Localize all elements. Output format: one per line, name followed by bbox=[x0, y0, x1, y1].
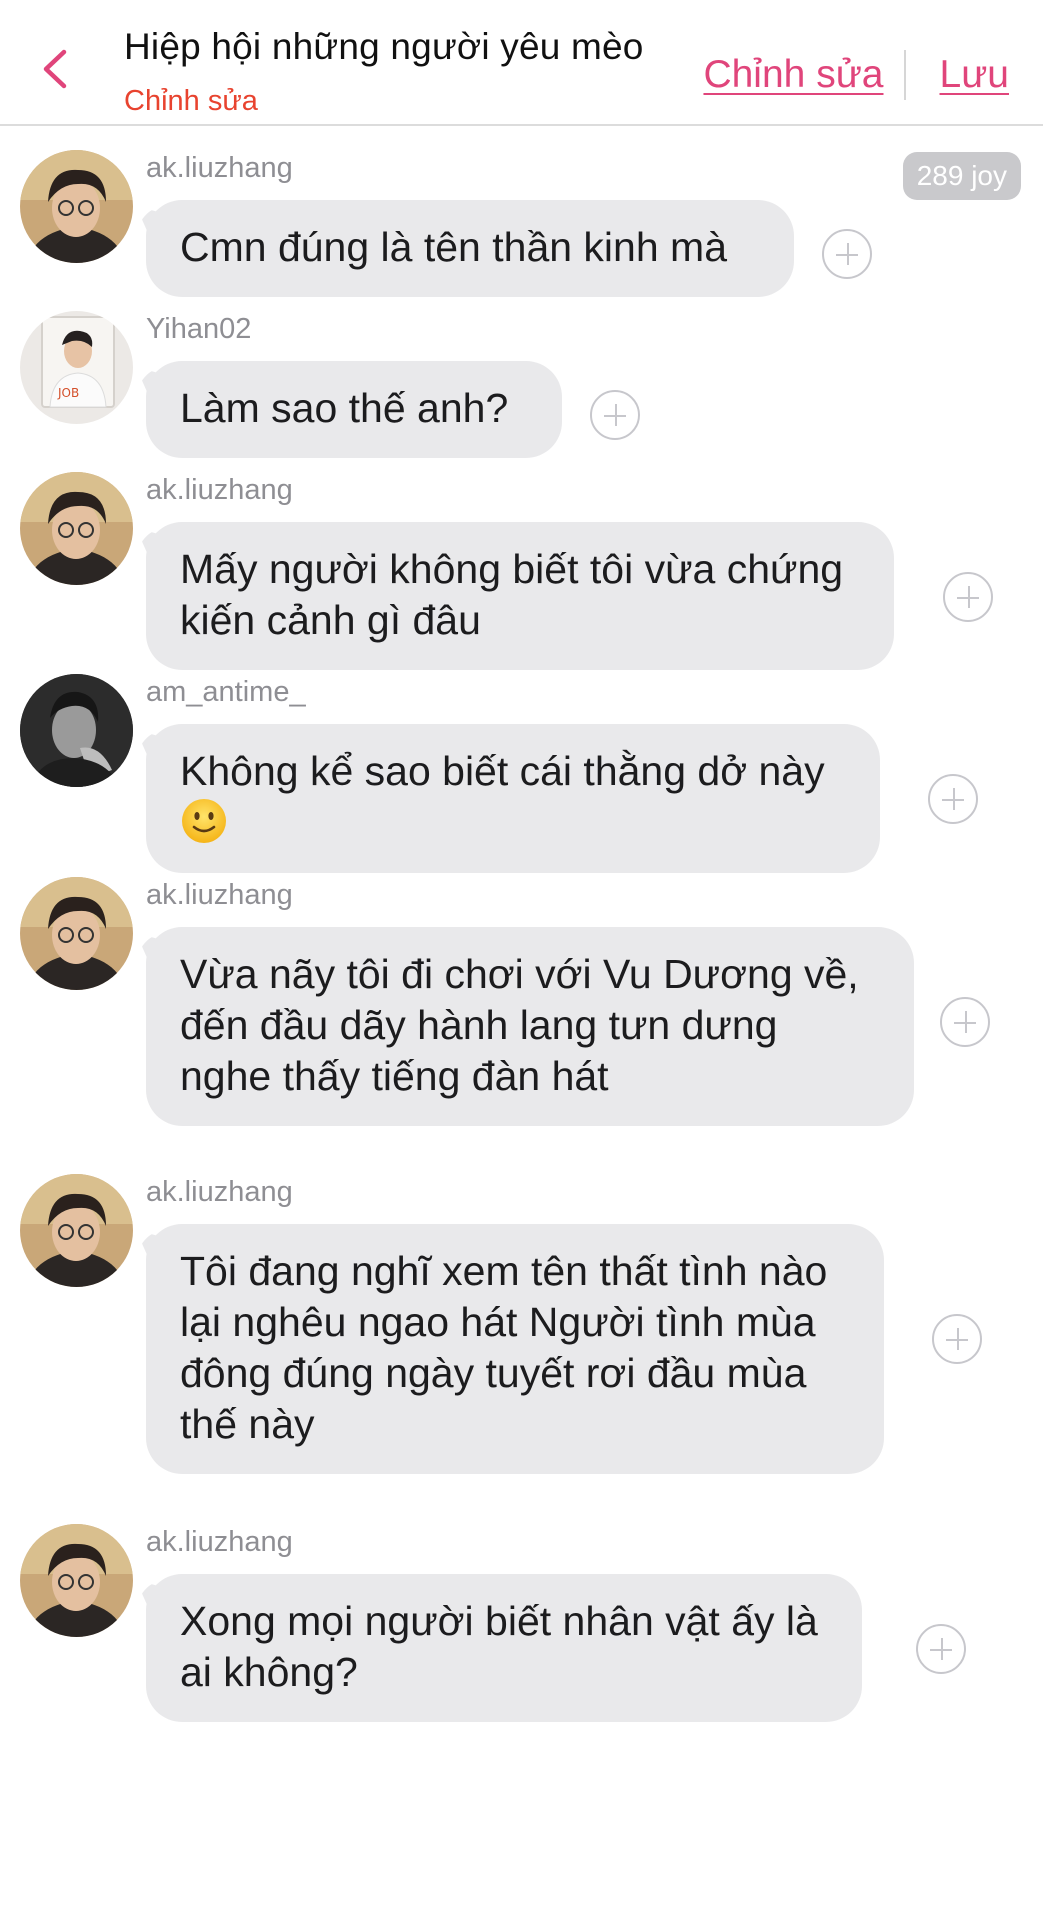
chat-header: Hiệp hội những người yêu mèo Chỉnh sửa C… bbox=[0, 0, 1043, 126]
username[interactable]: ak.liuzhang bbox=[146, 152, 293, 185]
username[interactable]: am_antime_ bbox=[146, 676, 306, 709]
message-bubble[interactable]: Mấy người không biết tôi vừa chứng kiến … bbox=[146, 522, 894, 670]
username[interactable]: ak.liuzhang bbox=[146, 474, 293, 507]
message-text: Vừa nãy tôi đi chơi với Vu Dương về, đến… bbox=[180, 951, 859, 1099]
message-bubble[interactable]: Tôi đang nghĩ xem tên thất tình nào lại … bbox=[146, 1224, 884, 1474]
add-reaction-button[interactable] bbox=[928, 774, 978, 824]
slightly-smiling-face-icon bbox=[182, 799, 226, 843]
header-actions: Chỉnh sửa Lưu bbox=[703, 50, 1009, 100]
message-bubble-wrap: Làm sao thế anh? bbox=[146, 361, 562, 458]
avatar[interactable] bbox=[20, 877, 133, 990]
message-list[interactable]: ak.liuzhang 289 joy Cmn đúng là tên thần… bbox=[0, 126, 1043, 1920]
back-button[interactable] bbox=[34, 44, 78, 94]
reaction-count-badge: 289 joy bbox=[902, 152, 1021, 200]
message-text-content: Không kể sao biết cái thằng dở này bbox=[180, 748, 825, 794]
message-bubble-wrap: Mấy người không biết tôi vừa chứng kiến … bbox=[146, 522, 894, 670]
add-reaction-button[interactable] bbox=[943, 572, 993, 622]
message-bubble[interactable]: Không kể sao biết cái thằng dở này bbox=[146, 724, 880, 873]
add-reaction-button[interactable] bbox=[590, 390, 640, 440]
avatar[interactable] bbox=[20, 1174, 133, 1287]
username[interactable]: ak.liuzhang bbox=[146, 1176, 293, 1209]
message-text: Xong mọi người biết nhân vật ấy là ai kh… bbox=[180, 1598, 818, 1695]
message-text: Làm sao thế anh? bbox=[180, 385, 509, 431]
avatar[interactable] bbox=[20, 1524, 133, 1637]
avatar[interactable] bbox=[20, 150, 133, 263]
chevron-left-icon bbox=[43, 49, 67, 89]
message-bubble-wrap: Cmn đúng là tên thần kinh mà bbox=[146, 200, 794, 297]
message-bubble[interactable]: Làm sao thế anh? bbox=[146, 361, 562, 458]
avatar[interactable]: JOB bbox=[20, 311, 133, 424]
message-text: Cmn đúng là tên thần kinh mà bbox=[180, 224, 727, 270]
svg-text:JOB: JOB bbox=[57, 386, 79, 400]
add-reaction-button[interactable] bbox=[916, 1624, 966, 1674]
message-bubble[interactable]: Xong mọi người biết nhân vật ấy là ai kh… bbox=[146, 1574, 862, 1722]
message-bubble[interactable]: Cmn đúng là tên thần kinh mà bbox=[146, 200, 794, 297]
save-button[interactable]: Lưu bbox=[940, 53, 1010, 97]
avatar[interactable] bbox=[20, 472, 133, 585]
add-reaction-button[interactable] bbox=[940, 997, 990, 1047]
edit-button[interactable]: Chỉnh sửa bbox=[703, 53, 883, 97]
username[interactable]: ak.liuzhang bbox=[146, 879, 293, 912]
chat-title: Hiệp hội những người yêu mèo bbox=[124, 26, 644, 67]
chat-subtitle[interactable]: Chỉnh sửa bbox=[124, 85, 258, 118]
add-reaction-button[interactable] bbox=[932, 1314, 982, 1364]
message-text: Tôi đang nghĩ xem tên thất tình nào lại … bbox=[180, 1248, 828, 1447]
message-bubble-wrap: Xong mọi người biết nhân vật ấy là ai kh… bbox=[146, 1574, 862, 1722]
add-reaction-button[interactable] bbox=[822, 229, 872, 279]
avatar[interactable] bbox=[20, 674, 133, 787]
message-text: Không kể sao biết cái thằng dở này bbox=[180, 746, 846, 849]
message-bubble[interactable]: Vừa nãy tôi đi chơi với Vu Dương về, đến… bbox=[146, 927, 914, 1126]
message-bubble-wrap: Tôi đang nghĩ xem tên thất tình nào lại … bbox=[146, 1224, 884, 1474]
message-bubble-wrap: Không kể sao biết cái thằng dở này bbox=[146, 724, 880, 873]
message-bubble-wrap: Vừa nãy tôi đi chơi với Vu Dương về, đến… bbox=[146, 927, 914, 1126]
username[interactable]: ak.liuzhang bbox=[146, 1526, 293, 1559]
header-divider bbox=[903, 50, 906, 100]
username[interactable]: Yihan02 bbox=[146, 313, 251, 346]
message-text: Mấy người không biết tôi vừa chứng kiến … bbox=[180, 546, 844, 643]
